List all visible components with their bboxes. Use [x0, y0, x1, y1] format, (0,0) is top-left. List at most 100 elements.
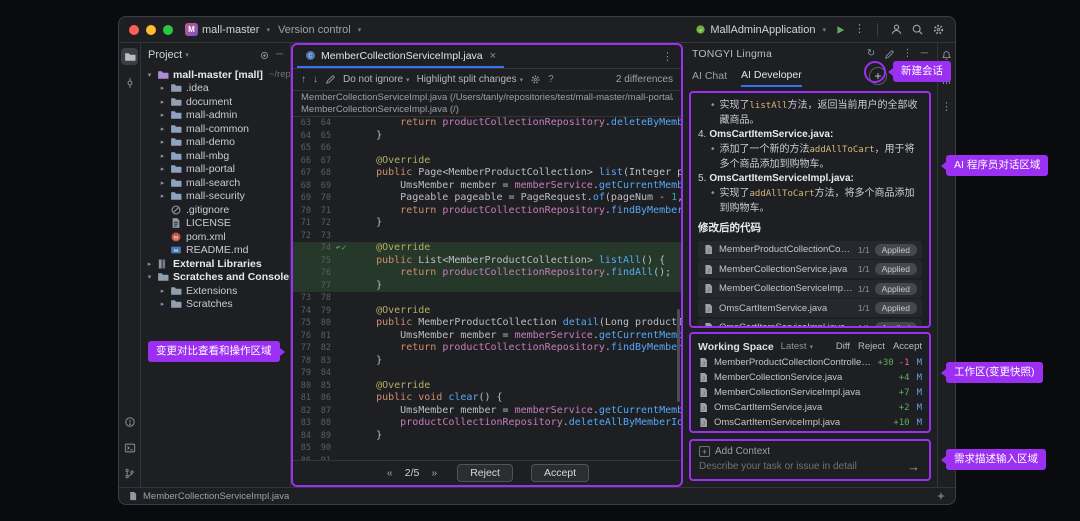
tree-item-mall-mbg[interactable]: ▸ mall-mbg [141, 149, 290, 163]
diff-all-button[interactable]: Diff [836, 341, 850, 352]
highlight-mode-dropdown[interactable]: Highlight split changes ▾ [417, 74, 524, 85]
tree-item-mall-master-mall[interactable]: ▾ mall-master [mall] ~/repositories [141, 68, 290, 82]
accept-button[interactable]: Accept [530, 464, 590, 482]
new-chat-icon[interactable] [884, 49, 895, 60]
vcs-widget[interactable]: Version control ▾ [278, 24, 361, 36]
send-icon[interactable]: → [907, 459, 920, 474]
tab-ai-developer[interactable]: AI Developer [741, 65, 802, 87]
tree-item-label: mall-search [186, 176, 241, 189]
ignore-policy-dropdown[interactable]: Do not ignore ▾ [343, 74, 410, 85]
status-file-breadcrumb[interactable]: MemberCollectionServiceImpl.java [143, 491, 289, 502]
applied-file-row[interactable]: J OmsCartItemService.java 1/1 Applied [698, 299, 922, 317]
next-diff-button[interactable]: » [429, 467, 439, 479]
terminal-tool-icon[interactable] [121, 439, 138, 456]
tree-item-scratches[interactable]: ▸ Scratches [141, 298, 290, 312]
more-vertical-icon[interactable]: ⋮ [854, 24, 865, 35]
previous-diff-button[interactable]: « [385, 467, 395, 479]
tree-item-mall-security[interactable]: ▸ mall-security [141, 190, 290, 204]
applied-file-row[interactable]: J MemberCollectionService.java 1/1 Applied [698, 260, 922, 278]
inline-code: addAllToCart [809, 145, 875, 155]
module-icon [170, 123, 183, 135]
hide-panel-icon[interactable]: ─ [276, 50, 283, 61]
revert-change-icon[interactable]: ↶ [336, 242, 341, 255]
file-name: MemberCollectionService.java [714, 372, 843, 383]
workspace-file-row[interactable]: J MemberCollectionServiceImpl.java +7 M [698, 385, 922, 400]
more-tools-icon[interactable]: ⋮ [941, 102, 952, 113]
tree-item-mall-demo[interactable]: ▸ mall-demo [141, 136, 290, 150]
reject-all-button[interactable]: Reject [858, 341, 885, 352]
close-window-button[interactable] [129, 24, 139, 35]
tree-item-mall-admin[interactable]: ▸ mall-admin [141, 109, 290, 123]
more-icon[interactable]: ⋮ [658, 50, 677, 63]
history-icon[interactable]: ↻ [867, 49, 876, 59]
scrollbar-thumb[interactable] [677, 309, 680, 402]
problems-tool-icon[interactable] [121, 413, 138, 430]
new-line-number: 80 [320, 318, 331, 328]
workspace-file-row[interactable]: J OmsCartItemServiceImpl.java +10 M [698, 415, 922, 430]
project-tool-icon[interactable] [121, 48, 138, 65]
minimize-window-button[interactable] [146, 24, 156, 35]
gutter-actions [333, 355, 349, 368]
code-line: 77 82 return productCollectionRepository.… [293, 342, 681, 355]
folder-icon [170, 298, 183, 310]
tree-item-readme-md[interactable]: M README.md [141, 244, 290, 258]
vcs-tool-icon[interactable] [121, 465, 138, 482]
run-config-widget[interactable]: MallAdminApplication ▾ [695, 24, 826, 36]
tree-item-external-libraries[interactable]: ▸ External Libraries [141, 257, 290, 271]
workspace-file-row[interactable]: J OmsCartItemService.java +2 M [698, 400, 922, 415]
version-filter-dropdown[interactable]: Latest ▾ [781, 341, 813, 352]
applied-file-row[interactable]: J MemberCollectionServiceImpl.java 1/1 Appl… [698, 279, 922, 298]
search-icon[interactable] [911, 23, 924, 36]
tree-item-pom-xml[interactable]: m pom.xml [141, 230, 290, 244]
edit-source-icon[interactable] [325, 74, 336, 85]
user-icon[interactable] [890, 23, 903, 36]
accept-all-button[interactable]: Accept [893, 341, 922, 352]
accept-change-icon[interactable]: ✓ [342, 242, 347, 255]
workspace-file-row[interactable]: J MemberProductCollectionController.java +… [698, 355, 922, 370]
close-tab-icon[interactable]: × [490, 50, 496, 62]
run-button[interactable] [834, 24, 846, 36]
project-widget[interactable]: M mall-master ▾ [185, 23, 270, 36]
item-number: 5. [698, 173, 707, 184]
applied-file-row[interactable]: J OmsCartItemServiceImpl.java 1/1 Applied [698, 318, 922, 328]
tree-item-document[interactable]: ▸ document [141, 95, 290, 109]
tree-item-mall-common[interactable]: ▸ mall-common [141, 122, 290, 136]
diff-settings-icon[interactable] [530, 74, 541, 85]
reject-button[interactable]: Reject [457, 464, 513, 482]
previous-change-icon[interactable]: ↑ [301, 74, 306, 85]
workspace-header: Working Space Latest ▾ Diff Reject Accep… [698, 338, 922, 355]
tree-item-scratches-and-consoles[interactable]: ▾ Scratches and Consoles [141, 271, 290, 285]
task-input[interactable]: Describe your task or issue in detail [699, 461, 921, 472]
file-name: OmsCartItemServiceImpl.java [719, 322, 846, 328]
locate-file-icon[interactable] [259, 50, 270, 61]
notifications-icon[interactable] [941, 50, 952, 61]
project-panel-header[interactable]: Project ▾ ─ [141, 43, 290, 67]
tree-item-label: document [186, 95, 233, 108]
settings-icon[interactable] [932, 23, 945, 36]
tab-ai-chat[interactable]: AI Chat [692, 65, 727, 87]
tree-item-mall-search[interactable]: ▸ mall-search [141, 176, 290, 190]
applied-badge: Applied [874, 321, 917, 326]
tree-item-license[interactable]: LICENSE [141, 217, 290, 231]
commit-tool-icon[interactable] [121, 74, 138, 91]
zoom-window-button[interactable] [163, 24, 173, 35]
gutter-actions [333, 155, 349, 168]
tree-item-gitignore[interactable]: .gitignore [141, 203, 290, 217]
applied-file-row[interactable]: J MemberProductCollectionController.java 1… [698, 240, 922, 259]
module-icon [170, 136, 183, 148]
more-vertical-icon[interactable]: ⋮ [903, 49, 913, 59]
help-icon[interactable]: ? [548, 74, 554, 85]
workspace-file-row[interactable]: J MemberCollectionService.java +4 M [698, 370, 922, 385]
ai-assistant-panel: TONGYI Lingma ↻ ⋮ ─ AI Chat AI Developer… [683, 43, 937, 487]
modified-flag: M [916, 387, 922, 398]
tree-item-mall-portal[interactable]: ▸ mall-portal [141, 163, 290, 177]
minimize-panel-icon[interactable]: ─ [921, 49, 928, 59]
ai-sparkle-icon[interactable] [936, 491, 946, 501]
editor-tab[interactable]: C MemberCollectionServiceImpl.java × [297, 45, 505, 68]
tree-item-extensions[interactable]: ▸ Extensions [141, 284, 290, 298]
code-editor[interactable]: 63 64 return productCollectionRepository.… [293, 117, 681, 460]
next-change-icon[interactable]: ↓ [313, 74, 318, 85]
add-context-button[interactable]: + Add Context [699, 446, 921, 457]
diff-left-path: MemberCollectionServiceImpl.java (/Users… [301, 92, 673, 103]
tree-item-idea[interactable]: ▸ .idea [141, 82, 290, 96]
